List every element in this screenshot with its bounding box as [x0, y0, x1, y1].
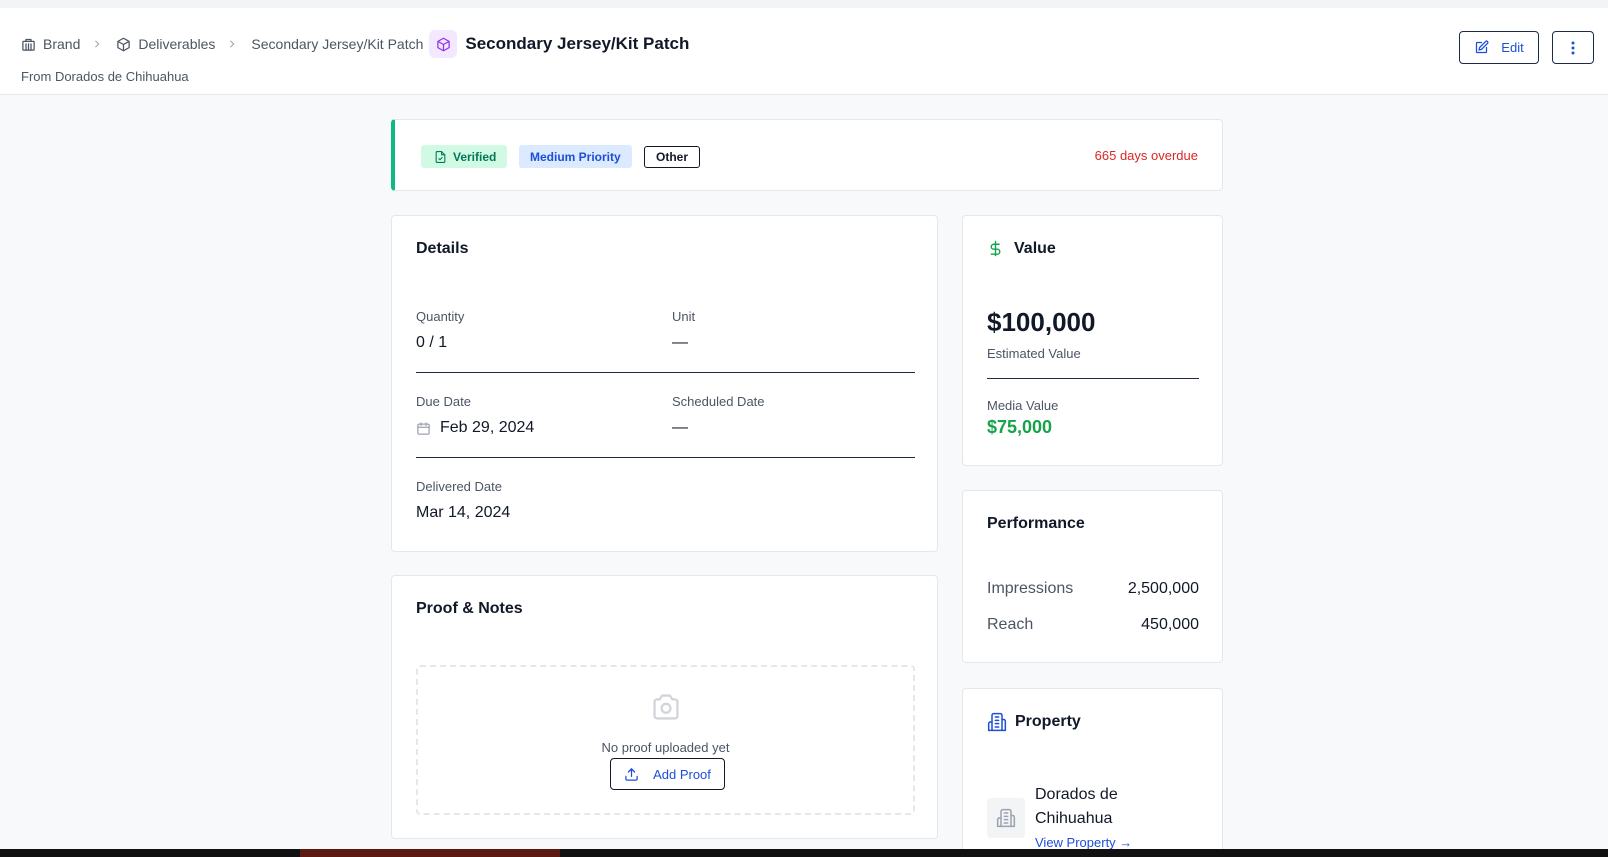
status-bar: Verified Medium Priority Other 665 days … — [391, 119, 1223, 191]
view-property-link[interactable]: View Property → — [1035, 835, 1132, 850]
performance-title: Performance — [987, 515, 1085, 532]
verified-badge: Verified — [421, 145, 508, 168]
edit-icon — [1476, 40, 1489, 54]
edit-button-label: Edit — [1501, 40, 1524, 55]
impressions-row: Impressions 2,500,000 — [987, 580, 1199, 598]
file-check-icon — [435, 150, 446, 163]
property-name: Dorados de Chihuahua — [1035, 786, 1118, 827]
scheduled-date-value: — — [672, 419, 688, 436]
more-vertical-icon — [1571, 41, 1575, 54]
breadcrumb-brand[interactable]: Brand — [21, 36, 80, 52]
unit-value: — — [672, 334, 688, 351]
page-header: Brand Deliverables Secondary Jersey/Kit … — [0, 8, 1608, 95]
reach-row: Reach 450,000 — [987, 616, 1199, 634]
quantity-label: Quantity — [416, 309, 465, 324]
estimated-value-label: Estimated Value — [987, 346, 1081, 361]
scheduled-date-label: Scheduled Date — [672, 394, 765, 409]
office-building-icon — [987, 712, 1007, 732]
quantity-value: 0 / 1 — [416, 334, 448, 351]
add-proof-label: Add Proof — [653, 766, 711, 782]
reach-label: Reach — [987, 616, 1034, 633]
proof-notes-card: Proof & Notes No proof uploaded yet Add … — [391, 575, 938, 839]
top-strip — [0, 0, 1608, 8]
value-title: Value — [1014, 239, 1056, 257]
media-value-label: Media Value — [987, 398, 1059, 413]
breadcrumb-current: Secondary Jersey/Kit Patch — [251, 36, 424, 52]
delivered-date-label: Delivered Date — [416, 479, 502, 494]
package-icon — [429, 30, 458, 58]
priority-badge: Medium Priority — [519, 145, 632, 168]
proof-notes-title: Proof & Notes — [416, 600, 523, 617]
value-header: Value — [987, 239, 1056, 258]
more-options-button[interactable] — [1552, 31, 1594, 64]
breadcrumb: Brand Deliverables Secondary Jersey/Kit … — [21, 30, 690, 58]
overdue-text: 665 days overdue — [1094, 148, 1198, 163]
building-icon — [22, 38, 35, 51]
due-date-value: Feb 29, 2024 — [416, 419, 534, 437]
window-bottom-edge — [0, 849, 1608, 857]
value-card: Value $100,000 Estimated Value Media Val… — [962, 215, 1223, 466]
breadcrumb-deliverables-label: Deliverables — [138, 36, 216, 52]
add-proof-button[interactable]: Add Proof — [610, 758, 725, 790]
property-header: Property — [987, 712, 1081, 732]
divider — [416, 372, 915, 373]
edit-button[interactable]: Edit — [1459, 31, 1539, 64]
unit-label: Unit — [672, 309, 696, 324]
delivered-date-value: Mar 14, 2024 — [416, 504, 511, 521]
breadcrumb-deliverables[interactable]: Deliverables — [116, 36, 215, 52]
due-date-label: Due Date — [416, 394, 471, 409]
page-subtitle: From Dorados de Chihuahua — [21, 69, 189, 84]
details-card: Details Quantity 0 / 1 Unit — Due Date F… — [391, 215, 938, 552]
impressions-label: Impressions — [987, 580, 1074, 597]
breadcrumb-brand-label: Brand — [43, 36, 81, 52]
performance-card: Performance Impressions 2,500,000 Reach … — [962, 490, 1223, 663]
estimated-value-amount: $100,000 — [987, 307, 1096, 337]
chevron-right-icon — [92, 39, 102, 49]
property-card: Property Dorados de Chihuahua View Prope… — [962, 688, 1223, 857]
due-date-text: Feb 29, 2024 — [440, 419, 535, 436]
impressions-value: 2,500,000 — [1127, 580, 1199, 597]
verified-label: Verified — [453, 149, 497, 164]
property-thumbnail — [987, 798, 1025, 838]
camera-icon — [650, 693, 682, 726]
calendar-icon — [417, 421, 430, 435]
no-proof-text: No proof uploaded yet — [601, 740, 730, 755]
media-value-amount: $75,000 — [987, 417, 1053, 437]
package-icon — [117, 37, 131, 51]
property-title: Property — [1015, 713, 1081, 730]
details-title: Details — [416, 240, 469, 257]
chevron-right-icon — [227, 39, 237, 49]
divider — [987, 378, 1199, 379]
page-title: Secondary Jersey/Kit Patch — [465, 34, 690, 53]
proof-dropzone[interactable]: No proof uploaded yet Add Proof — [416, 665, 915, 815]
reach-value: 450,000 — [1141, 616, 1199, 633]
office-building-icon — [996, 808, 1016, 828]
dollar-icon — [990, 240, 1001, 257]
divider — [416, 457, 915, 458]
type-badge: Other — [644, 146, 701, 168]
upload-icon — [625, 767, 638, 781]
